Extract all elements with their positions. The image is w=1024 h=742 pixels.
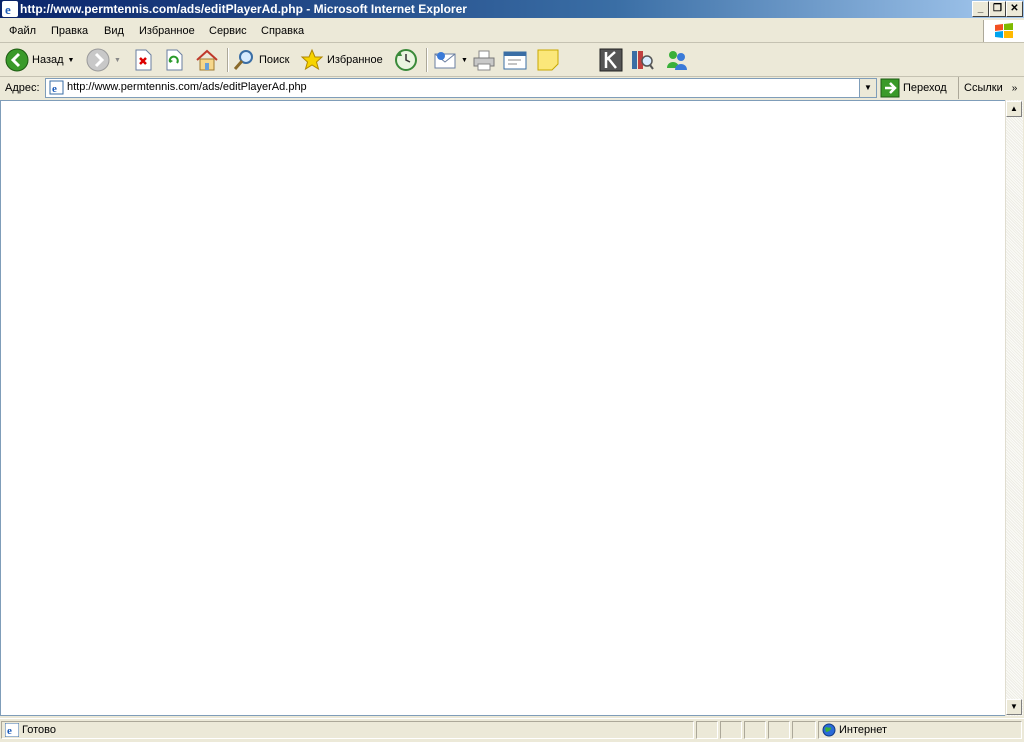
globe-icon — [822, 723, 836, 737]
printer-icon — [473, 50, 495, 71]
address-url[interactable]: http://www.permtennis.com/ads/editPlayer… — [67, 81, 307, 93]
edit-page-icon — [503, 51, 527, 70]
star-icon — [300, 48, 324, 71]
go-label: Переход — [903, 82, 947, 94]
svg-text:e: e — [7, 725, 12, 737]
window-title: http://www.permtennis.com/ads/editPlayer… — [20, 2, 467, 16]
svg-text:e: e — [52, 83, 57, 95]
favorites-label: Избранное — [327, 54, 383, 66]
toolbar-separator — [227, 48, 229, 72]
status-cell — [792, 721, 816, 739]
favorites-button[interactable]: Избранное — [300, 48, 383, 72]
close-button[interactable]: ✕ — [1006, 1, 1023, 17]
messenger-icon — [667, 51, 687, 70]
menu-help[interactable]: Справка — [261, 25, 304, 37]
vertical-scrollbar[interactable]: ▲ ▼ — [1005, 100, 1023, 716]
home-icon — [196, 49, 218, 71]
back-arrow-icon — [5, 48, 29, 72]
mail-button[interactable]: ▼ — [433, 48, 468, 72]
status-cell — [720, 721, 742, 739]
go-button[interactable]: Переход — [880, 78, 947, 98]
address-dropdown-icon[interactable]: ▼ — [859, 79, 876, 97]
scroll-down-button[interactable]: ▼ — [1006, 699, 1022, 715]
status-cell — [696, 721, 718, 739]
toolbar-separator — [426, 48, 428, 72]
ie-page-icon: e — [49, 80, 64, 95]
search-button[interactable]: Поиск — [232, 48, 289, 72]
forward-arrow-icon — [86, 48, 110, 72]
mail-dropdown-icon[interactable]: ▼ — [461, 57, 468, 64]
stop-icon — [135, 49, 152, 71]
history-icon — [395, 49, 417, 71]
minimize-button[interactable]: _ — [972, 1, 989, 17]
menu-view[interactable]: Вид — [104, 25, 124, 37]
chevron-right-icon[interactable]: » — [1012, 83, 1018, 94]
restore-button[interactable]: ❐ — [989, 1, 1006, 17]
menu-file[interactable]: Файл — [9, 25, 36, 37]
status-text: Готово — [22, 724, 56, 736]
mail-icon — [434, 52, 456, 69]
address-bar: Адрес: e http://www.permtennis.com/ads/e… — [0, 77, 1024, 99]
stop-button[interactable] — [133, 48, 153, 72]
page-content[interactable] — [0, 100, 1005, 716]
windows-logo — [983, 20, 1024, 42]
address-label: Адрес: — [5, 82, 40, 94]
forward-dropdown-icon[interactable]: ▼ — [114, 57, 121, 64]
windows-flag-icon — [995, 23, 1013, 38]
sticky-note-icon — [537, 49, 559, 71]
edit-button[interactable] — [503, 48, 527, 72]
status-text-panel: e Готово — [1, 721, 694, 739]
note-button[interactable] — [536, 48, 560, 72]
go-arrow-icon — [880, 78, 900, 98]
links-label: Ссылки — [964, 82, 1003, 94]
security-zone-panel: Интернет — [818, 721, 1022, 739]
links-button[interactable]: Ссылки » — [958, 77, 1017, 99]
search-icon — [233, 50, 253, 70]
back-dropdown-icon[interactable]: ▼ — [68, 57, 75, 64]
kaspersky-icon — [599, 48, 623, 72]
address-input[interactable]: e http://www.permtennis.com/ads/editPlay… — [45, 78, 877, 98]
refresh-button[interactable] — [164, 48, 184, 72]
research-button[interactable] — [630, 48, 654, 72]
history-button[interactable] — [394, 48, 418, 72]
status-cell — [768, 721, 790, 739]
svg-text:e: e — [5, 2, 11, 17]
menu-tools[interactable]: Сервис — [209, 25, 247, 37]
home-button[interactable] — [195, 48, 219, 72]
scroll-up-button[interactable]: ▲ — [1006, 101, 1022, 117]
standard-toolbar: Назад ▼ ▼ Поиск Избранное ▼ — [0, 44, 1024, 77]
ie-logo-icon: e — [2, 1, 18, 17]
ie-status-icon: e — [5, 723, 19, 737]
kaspersky-button[interactable] — [599, 48, 623, 72]
status-cell — [744, 721, 766, 739]
search-label: Поиск — [259, 54, 290, 66]
forward-button[interactable]: ▼ — [86, 48, 121, 72]
menu-edit[interactable]: Правка — [51, 25, 88, 37]
print-button[interactable] — [472, 48, 496, 72]
research-icon — [632, 51, 654, 70]
messenger-button[interactable] — [665, 48, 689, 72]
status-bar: e Готово Интернет — [0, 718, 1024, 741]
zone-label: Интернет — [839, 724, 887, 736]
back-label: Назад — [32, 54, 64, 66]
title-bar: e http://www.permtennis.com/ads/editPlay… — [0, 0, 1024, 18]
back-button[interactable]: Назад ▼ — [5, 48, 74, 72]
menu-favorites[interactable]: Избранное — [139, 25, 195, 37]
refresh-icon — [166, 49, 183, 71]
menu-bar: Файл Правка Вид Избранное Сервис Справка — [0, 20, 1024, 43]
